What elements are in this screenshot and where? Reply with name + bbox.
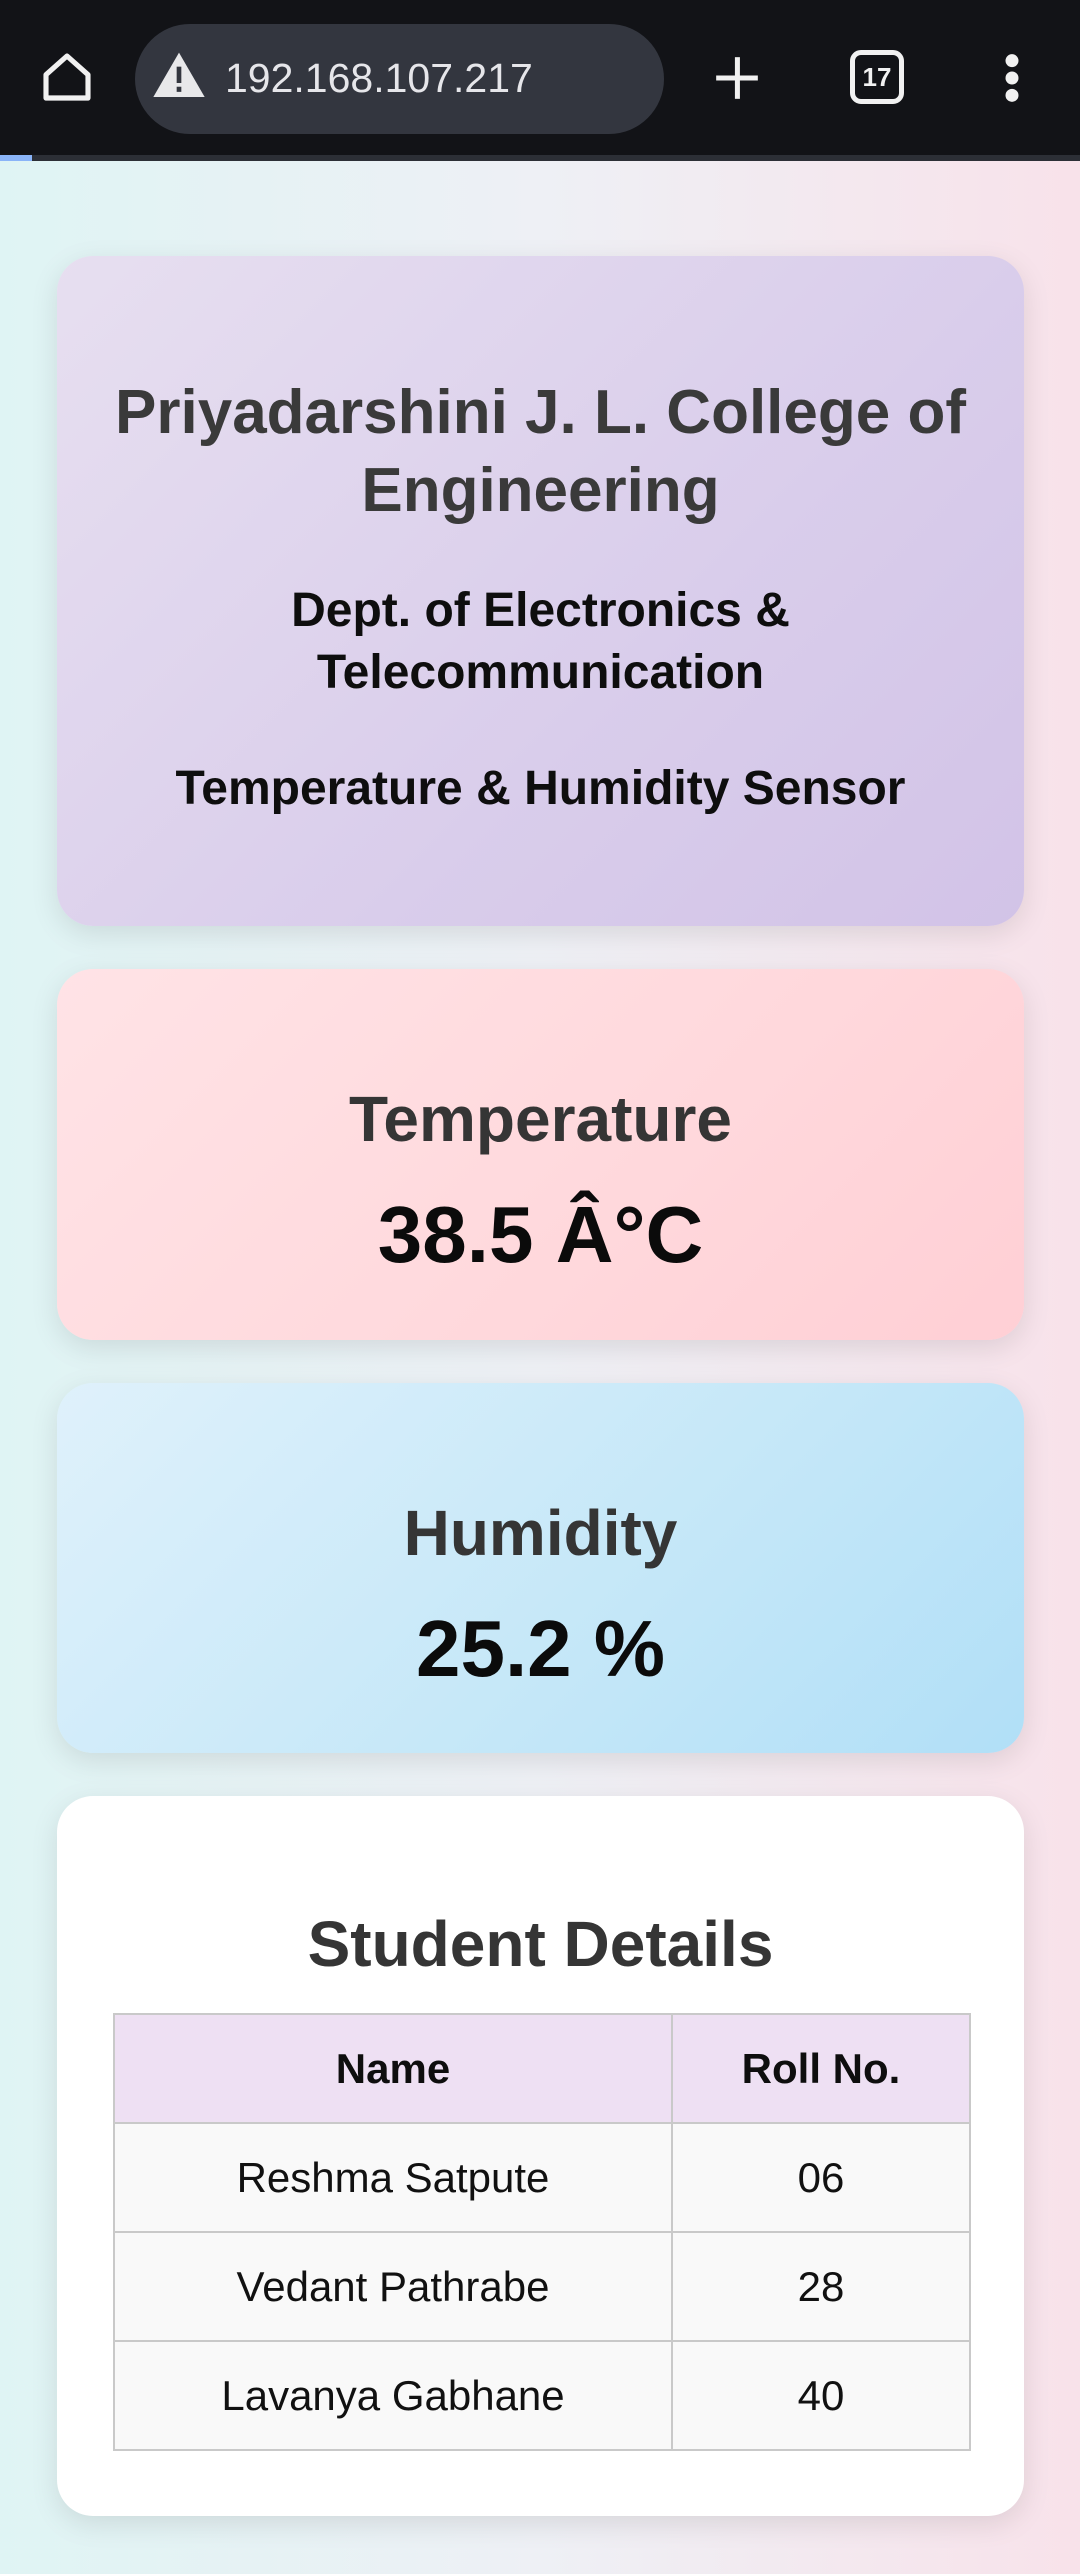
- more-vert-icon: [1005, 54, 1019, 102]
- humidity-value: 25.2 %: [415, 1604, 666, 1693]
- student-roll: 28: [671, 2231, 971, 2342]
- student-roll: 40: [671, 2340, 971, 2451]
- progress-fill: [0, 155, 33, 161]
- warning-triangle-icon[interactable]: [150, 48, 208, 104]
- temperature-value: 38.5 Â°C: [377, 1190, 704, 1279]
- student-table: Name Roll No. Reshma Satpute 06 Vedant P…: [113, 2013, 971, 2451]
- tab-count: 17: [862, 61, 892, 92]
- table-row: Vedant Pathrabe 28: [113, 2231, 971, 2342]
- college-title: Priyadarshini J. L. College of Engineeri…: [115, 378, 966, 525]
- student-details-card: Student Details Name Roll No. Reshma Sat…: [57, 1796, 1024, 2516]
- student-roll: 06: [671, 2122, 971, 2233]
- table-row: Lavanya Gabhane 40: [113, 2340, 971, 2451]
- temperature-card: Temperature 38.5 Â°C: [57, 969, 1024, 1340]
- table-row: Reshma Satpute 06: [113, 2122, 971, 2233]
- student-name: Reshma Satpute: [113, 2122, 673, 2233]
- temperature-label: Temperature: [349, 1083, 732, 1155]
- new-tab-button[interactable]: [705, 46, 769, 110]
- department-title: Dept. of Electronics & Telecommunication: [291, 584, 790, 699]
- humidity-label: Humidity: [403, 1497, 678, 1569]
- column-header-name: Name: [113, 2013, 673, 2124]
- browser-toolbar: 192.168.107.217 17: [0, 0, 1080, 155]
- student-details-title: Student Details: [307, 1908, 774, 1980]
- header-card: Priyadarshini J. L. College of Engineeri…: [57, 256, 1024, 926]
- home-button[interactable]: [34, 44, 100, 110]
- url-text[interactable]: 192.168.107.217: [225, 48, 533, 108]
- project-title: Temperature & Humidity Sensor: [175, 762, 906, 815]
- more-menu-button[interactable]: [990, 48, 1034, 108]
- column-header-roll: Roll No.: [671, 2013, 971, 2124]
- page-load-progress: [0, 155, 1080, 161]
- plus-icon: [716, 57, 758, 99]
- student-name: Lavanya Gabhane: [113, 2340, 673, 2451]
- humidity-card: Humidity 25.2 %: [57, 1383, 1024, 1753]
- home-icon: [43, 53, 91, 101]
- tab-switcher-icon[interactable]: 17: [850, 50, 904, 104]
- student-name: Vedant Pathrabe: [113, 2231, 673, 2342]
- table-header-row: Name Roll No.: [113, 2013, 971, 2124]
